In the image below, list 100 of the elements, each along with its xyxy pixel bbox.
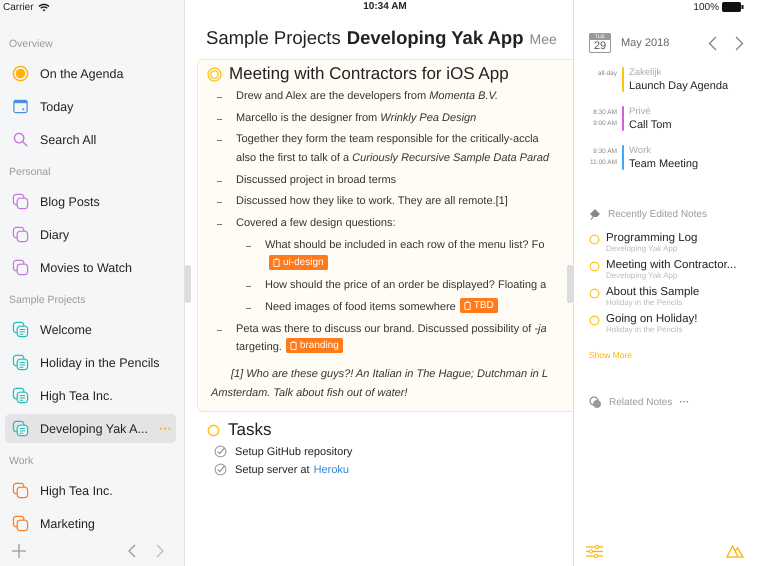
section-title: Related Notes (609, 397, 672, 408)
pencil-icon (589, 208, 601, 220)
dash-icon (246, 246, 251, 247)
battery-icon (722, 2, 744, 12)
bullet-text: Discussed project in broad terms (236, 174, 396, 186)
bullet-text: Discussed how they like to work. They are all remote.[1] (236, 195, 508, 208)
circle-icon (589, 261, 600, 272)
stacked-notes-icon (12, 387, 29, 404)
section-title: Work (8, 454, 34, 469)
previous-icon[interactable] (708, 36, 717, 51)
footnote-text: Amsterdam. Talk about fish out of water! (211, 386, 408, 402)
stacked-squares-icon (12, 515, 29, 532)
dash-icon (217, 180, 222, 182)
sidebar-item[interactable]: Holiday in the Pencils (5, 348, 176, 377)
breadcrumb-note[interactable]: Mee (530, 31, 557, 47)
bullet-text: Together they form the team responsible for the critically-accla (236, 133, 539, 146)
target-icon (12, 65, 29, 82)
bullet-text: targeting. (236, 341, 282, 354)
back-icon[interactable] (128, 544, 136, 558)
circle-icon (589, 288, 600, 300)
sidebar-item[interactable]: On the Agenda (5, 59, 176, 88)
dash-icon (217, 330, 222, 331)
sliders-icon[interactable] (586, 545, 603, 558)
section-title: Sample Projects (8, 293, 86, 308)
recent-note-item[interactable]: Programming Log Developing Yak App (586, 232, 744, 260)
bullet-text: What should be included in each row of the menu list? Fo (265, 238, 544, 251)
sidebar-item[interactable]: High Tea Inc. (5, 476, 176, 505)
month-label: May 2018 (621, 37, 670, 50)
dash-icon (217, 224, 222, 226)
checked-circle-icon[interactable] (214, 445, 227, 458)
stacked-squares-icon (12, 482, 29, 499)
recent-note-item[interactable]: About this Sample Holiday in the Pencils (586, 286, 744, 314)
recent-note-item[interactable]: Meeting with Contractor... Developing Yak App (586, 259, 744, 286)
bullet-text: Covered a few design questions: (236, 217, 396, 230)
sidebar-item[interactable]: Today (5, 92, 176, 121)
footnote-text: [1] Who are these guys?! An Italian in The Hague; Dutchman in L (230, 366, 549, 382)
project-title: Developing Yak App (346, 27, 524, 49)
sidebar-item[interactable]: Search All (5, 125, 176, 154)
dash-icon (217, 118, 222, 120)
calendar-icon (12, 98, 29, 115)
overlapping-circles-icon (589, 396, 602, 410)
dash-icon (246, 286, 251, 288)
search-icon (12, 131, 29, 148)
circle-icon (206, 422, 221, 438)
event-title[interactable]: Team Meeting (629, 158, 698, 170)
dash-icon (217, 202, 222, 204)
checked-circle-icon[interactable] (214, 463, 227, 476)
dash-icon (217, 140, 222, 142)
dash-icon (217, 97, 222, 98)
event-title[interactable]: Launch Day Agenda (629, 80, 728, 92)
bullet-text: also the first to talk of a Curiously Recursive Sample Data Parad (236, 152, 550, 164)
section-title: Recently Edited Notes (608, 208, 707, 220)
note-title: Meeting with Contractors for iOS App (229, 64, 509, 84)
bullet-text: Need images of food items somewhere (265, 300, 456, 313)
bullet-text: How should the price of an order be displayed? Floating a (265, 279, 546, 292)
clipboard-icon (464, 300, 471, 310)
dash-icon (246, 308, 251, 309)
circle-icon (589, 234, 600, 246)
task-text: Setup GitHub repository (235, 446, 352, 458)
task-text: Setup server at (235, 464, 310, 476)
sidebar-item[interactable]: Marketing (5, 509, 176, 538)
heroku-link[interactable]: Heroku (314, 464, 350, 476)
next-icon[interactable] (735, 36, 744, 51)
stacked-notes-icon (12, 420, 29, 437)
status-time: 10:34 AM (362, 0, 408, 13)
circle-icon (589, 315, 600, 326)
sidebar-item[interactable]: Welcome (5, 315, 176, 344)
breadcrumb-parent[interactable]: Sample Projects (206, 27, 341, 49)
calendar-name: Zakelijk (629, 67, 662, 78)
sidebar-item[interactable]: Diary (5, 220, 176, 249)
resize-handle[interactable] (185, 265, 191, 303)
battery-label: 100% (693, 2, 719, 12)
calendar-name: Privé (629, 106, 652, 118)
resize-handle[interactable] (567, 265, 573, 303)
clipboard-icon (273, 258, 280, 266)
stacked-notes-icon (12, 354, 29, 371)
clipboard-icon (290, 341, 297, 350)
stacked-notes-icon (12, 321, 29, 338)
target-icon (207, 66, 222, 82)
section-title: Overview (8, 37, 54, 52)
bullet-text: Marcello is the designer from Wrinkly Pea Design (236, 112, 476, 124)
mountains-icon[interactable] (726, 545, 744, 558)
more-icon[interactable]: ··· (679, 397, 690, 408)
wifi-icon (38, 2, 50, 12)
carrier-label: Carrier (3, 2, 34, 12)
stacked-squares-icon (12, 226, 29, 243)
event-title[interactable]: Call Tom (629, 119, 672, 132)
sidebar-item[interactable]: Blog Posts (5, 187, 176, 216)
calendar-name: Work (629, 145, 652, 156)
add-icon[interactable] (12, 544, 26, 558)
sidebar-item[interactable]: Movies to Watch (5, 253, 176, 282)
section-title: Personal (8, 165, 52, 180)
stacked-squares-icon (12, 193, 29, 210)
forward-icon[interactable] (156, 544, 164, 558)
sidebar-item[interactable]: High Tea Inc. (5, 381, 176, 410)
recent-note-item[interactable]: Going on Holiday! Holiday in the Pencils (586, 313, 744, 340)
bullet-text: Drew and Alex are the developers from Momenta B.V. (236, 90, 498, 102)
sidebar-item[interactable]: Developing Yak A... ··· (5, 414, 176, 443)
tasks-title: Tasks (228, 420, 272, 440)
bullet-text: Peta was there to discuss our brand. Discussed possibility of -ja (236, 322, 547, 335)
